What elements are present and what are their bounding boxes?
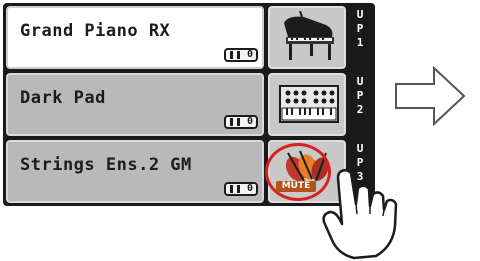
part-slot-upper3: Strings Ens.2 GM 0 MUTE U P 3 — [6, 140, 372, 203]
sound-name-button-upper3[interactable]: Strings Ens.2 GM 0 — [6, 140, 264, 203]
part-label-upper1: U P 1 — [356, 8, 364, 49]
octave-bar-icon — [230, 118, 240, 126]
tapping-hand-icon — [322, 169, 398, 260]
part-slot-upper2: Dark Pad 0 U P 2 — [6, 73, 372, 136]
mute-badge: MUTE — [276, 181, 316, 192]
right-arrow-icon — [395, 66, 466, 126]
octave-bar-icon — [230, 51, 240, 59]
octave-transpose-badge: 0 — [224, 48, 258, 62]
part-label-upper2: U P 2 — [356, 75, 364, 116]
octave-transpose-badge: 0 — [224, 115, 258, 129]
sound-icon-button-upper2[interactable] — [268, 73, 346, 136]
grand-piano-icon — [284, 11, 334, 60]
sound-name-label: Dark Pad — [20, 88, 106, 108]
octave-transpose-badge: 0 — [224, 182, 258, 196]
sound-name-label: Grand Piano RX — [20, 21, 171, 41]
sound-icon-button-upper1[interactable] — [268, 6, 346, 69]
sound-name-button-upper2[interactable]: Dark Pad 0 — [6, 73, 264, 136]
sound-name-button-upper1[interactable]: Grand Piano RX 0 — [6, 6, 264, 69]
sound-name-label: Strings Ens.2 GM — [20, 155, 192, 175]
part-slot-upper1: Grand Piano RX 0 U P 1 — [6, 6, 372, 69]
synth-keyboard-icon — [279, 85, 339, 123]
octave-bar-icon — [230, 185, 240, 193]
